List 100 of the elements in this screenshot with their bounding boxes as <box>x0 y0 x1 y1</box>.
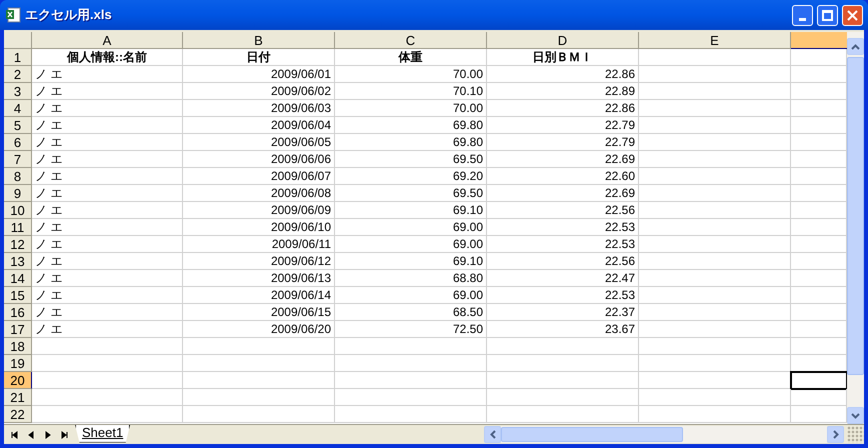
scroll-thumb[interactable] <box>847 57 864 375</box>
row-header[interactable]: 19 <box>4 355 32 372</box>
table-cell: 22.60 <box>487 168 639 185</box>
row-header[interactable]: 4 <box>4 100 32 117</box>
column-header[interactable]: D <box>487 32 639 49</box>
row-header[interactable]: 6 <box>4 134 32 151</box>
last-sheet-icon[interactable] <box>61 430 69 438</box>
row-header[interactable]: 3 <box>4 83 32 100</box>
table-cell: 69.50 <box>335 185 487 202</box>
table-cell: 69.80 <box>335 134 487 151</box>
sheet-tab[interactable]: Sheet1 <box>75 424 130 442</box>
row-header[interactable]: 20 <box>4 372 32 389</box>
table-cell: 2009/06/04 <box>183 117 335 134</box>
table-cell: ノ エ <box>32 304 183 321</box>
table-cell: ノ エ <box>32 168 183 185</box>
row-header[interactable]: 17 <box>4 321 32 338</box>
maximize-button[interactable] <box>817 4 838 26</box>
table-cell: 69.80 <box>335 117 487 134</box>
table-cell: ノ エ <box>32 321 183 338</box>
column-header[interactable]: A <box>32 32 183 49</box>
next-sheet-icon[interactable] <box>44 430 52 438</box>
row-header[interactable]: 9 <box>4 185 32 202</box>
table-cell: 22.89 <box>487 83 639 100</box>
close-icon <box>847 10 858 20</box>
previous-sheet-icon[interactable] <box>27 430 35 438</box>
column-header[interactable]: E <box>639 32 791 49</box>
table-cell: 69.00 <box>335 287 487 304</box>
table-cell: 22.53 <box>487 219 639 236</box>
scroll-left-button[interactable] <box>484 426 501 443</box>
table-cell: ノ エ <box>32 202 183 219</box>
table-cell: 2009/06/05 <box>183 134 335 151</box>
scroll-up-button[interactable] <box>847 38 864 55</box>
resize-grip-icon[interactable] <box>847 426 864 443</box>
table-cell: 22.56 <box>487 202 639 219</box>
row-header[interactable]: 5 <box>4 117 32 134</box>
table-cell: 2009/06/01 <box>183 66 335 83</box>
table-cell: 2009/06/11 <box>183 236 335 253</box>
window-title: エクセル用.xls <box>25 6 113 24</box>
row-header[interactable]: 21 <box>4 389 32 406</box>
table-cell: ノ エ <box>32 117 183 134</box>
row-header[interactable]: 15 <box>4 287 32 304</box>
row-header[interactable]: 10 <box>4 202 32 219</box>
table-cell: 22.69 <box>487 185 639 202</box>
table-cell: 70.10 <box>335 83 487 100</box>
row-header[interactable]: 22 <box>4 406 32 423</box>
row-header[interactable]: 8 <box>4 168 32 185</box>
row-header[interactable]: 2 <box>4 66 32 83</box>
active-cell <box>791 372 847 389</box>
table-cell: 22.86 <box>487 100 639 117</box>
vertical-scrollbar[interactable] <box>847 32 864 424</box>
table-cell: ノ エ <box>32 151 183 168</box>
row-header[interactable]: 13 <box>4 253 32 270</box>
table-cell: 69.20 <box>335 168 487 185</box>
table-cell: 22.86 <box>487 66 639 83</box>
first-sheet-icon[interactable] <box>10 430 18 438</box>
table-cell: 22.53 <box>487 236 639 253</box>
column-header[interactable]: C <box>335 32 487 49</box>
table-cell: ノ エ <box>32 66 183 83</box>
table-cell: 70.00 <box>335 100 487 117</box>
chevron-right-icon <box>832 430 838 439</box>
table-cell: 69.00 <box>335 236 487 253</box>
select-all-button[interactable] <box>4 32 32 49</box>
table-cell: ノ エ <box>32 219 183 236</box>
table-cell: 個人情報::名前 <box>32 49 183 66</box>
scroll-down-button[interactable] <box>847 407 864 424</box>
scroll-thumb[interactable] <box>501 427 683 442</box>
chevron-down-icon <box>851 412 860 418</box>
row-header[interactable]: 18 <box>4 338 32 355</box>
table-cell: 72.50 <box>335 321 487 338</box>
table-cell: 69.00 <box>335 219 487 236</box>
table-cell: ノ エ <box>32 83 183 100</box>
row-header[interactable]: 1 <box>4 49 32 66</box>
close-button[interactable] <box>842 4 863 26</box>
row-header[interactable]: 11 <box>4 219 32 236</box>
table-cell: 70.00 <box>335 66 487 83</box>
row-header[interactable]: 12 <box>4 236 32 253</box>
table-cell: 22.79 <box>487 134 639 151</box>
table-cell: 69.10 <box>335 202 487 219</box>
table-cell: 2009/06/20 <box>183 321 335 338</box>
scroll-right-button[interactable] <box>827 426 844 443</box>
column-header[interactable] <box>791 32 847 49</box>
chevron-left-icon <box>490 430 496 439</box>
table-cell: 2009/06/07 <box>183 168 335 185</box>
table-cell: 2009/06/08 <box>183 185 335 202</box>
table-cell: 2009/06/02 <box>183 83 335 100</box>
row-header[interactable]: 14 <box>4 270 32 287</box>
table-cell: ノ エ <box>32 185 183 202</box>
table-cell: ノ エ <box>32 270 183 287</box>
chevron-up-icon <box>851 44 860 50</box>
row-header[interactable]: 7 <box>4 151 32 168</box>
minimize-button[interactable] <box>792 4 813 26</box>
table-cell: ノ エ <box>32 236 183 253</box>
table-cell: 2009/06/09 <box>183 202 335 219</box>
spreadsheet-icon <box>5 7 21 23</box>
row-header[interactable]: 16 <box>4 304 32 321</box>
table-cell: 2009/06/12 <box>183 253 335 270</box>
table-cell: 69.10 <box>335 253 487 270</box>
table-cell: 69.50 <box>335 151 487 168</box>
table-cell: 68.80 <box>335 270 487 287</box>
column-header[interactable]: B <box>183 32 335 49</box>
